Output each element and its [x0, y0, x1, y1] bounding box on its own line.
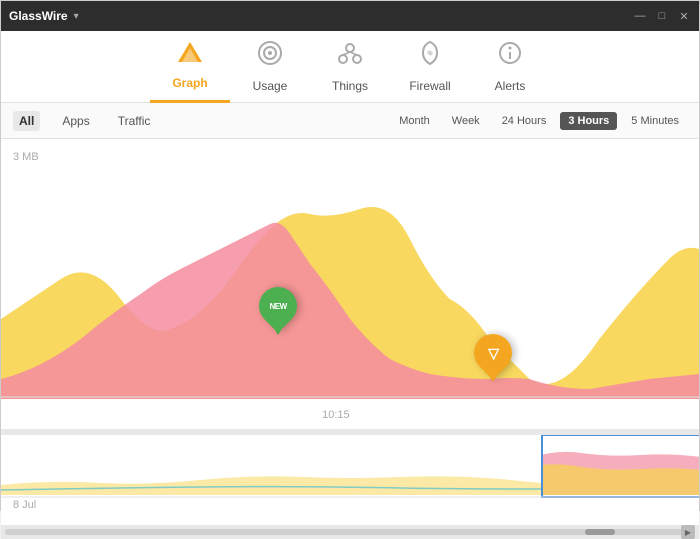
things-icon [337, 40, 363, 71]
title-bar-controls: — □ ✕ [633, 9, 691, 23]
main-chart-svg [1, 139, 699, 429]
new-marker-label: NEW [269, 302, 286, 311]
timeframe-month-button[interactable]: Month [391, 112, 438, 130]
filter-traffic-button[interactable]: Traffic [112, 111, 157, 131]
mini-chart-date-label: 8 Jul [13, 499, 36, 511]
tab-usage[interactable]: Usage [230, 31, 310, 103]
toolbar-filters: All Apps Traffic [13, 111, 156, 131]
title-bar-left: GlassWire ▾ [9, 9, 79, 23]
usage-icon [257, 40, 283, 71]
app-marker-pin[interactable]: ▽ [474, 334, 512, 382]
app-title: GlassWire [9, 9, 68, 23]
tab-usage-label: Usage [253, 79, 288, 93]
timeframe-3hours-button[interactable]: 3 Hours [560, 112, 617, 130]
filter-apps-button[interactable]: Apps [56, 111, 95, 131]
tab-alerts-label: Alerts [495, 79, 526, 93]
scrollbar-end-button[interactable]: ▶ [681, 525, 695, 539]
maximize-button[interactable]: □ [655, 9, 669, 23]
tab-things[interactable]: Things [310, 31, 390, 103]
timeframe-5minutes-button[interactable]: 5 Minutes [623, 112, 687, 130]
minimize-button[interactable]: — [633, 9, 647, 23]
nav-tabs: Graph Usage Things [1, 31, 699, 103]
scrollbar-track[interactable] [5, 529, 695, 535]
close-button[interactable]: ✕ [677, 9, 691, 23]
main-chart-area: 3 MB NEW ▽ 10:15 [1, 139, 699, 429]
mini-chart-area: 8 Jul [1, 435, 699, 525]
tab-things-label: Things [332, 79, 368, 93]
tab-firewall-label: Firewall [409, 79, 450, 93]
tab-alerts[interactable]: Alerts [470, 31, 550, 103]
tab-graph-label: Graph [172, 76, 207, 90]
scrollbar-thumb[interactable] [585, 529, 615, 535]
scrollbar-area: ▶ [1, 525, 699, 539]
title-bar-chevron-icon[interactable]: ▾ [74, 11, 79, 22]
toolbar-timeframes: Month Week 24 Hours 3 Hours 5 Minutes [391, 112, 687, 130]
alerts-icon [497, 40, 523, 71]
graph-icon [177, 41, 203, 68]
toolbar: All Apps Traffic Month Week 24 Hours 3 H… [1, 103, 699, 139]
app-marker-label: ▽ [488, 345, 498, 362]
tab-firewall[interactable]: Firewall [390, 31, 470, 103]
tab-graph[interactable]: Graph [150, 31, 230, 103]
firewall-icon [417, 40, 443, 71]
new-marker-pin[interactable]: NEW [259, 287, 297, 335]
filter-all-button[interactable]: All [13, 111, 40, 131]
chart-time-label: 10:15 [322, 409, 350, 421]
title-bar: GlassWire ▾ — □ ✕ [1, 1, 699, 31]
timeframe-24hours-button[interactable]: 24 Hours [494, 112, 555, 130]
timeframe-week-button[interactable]: Week [444, 112, 488, 130]
mini-chart-svg [1, 435, 699, 505]
